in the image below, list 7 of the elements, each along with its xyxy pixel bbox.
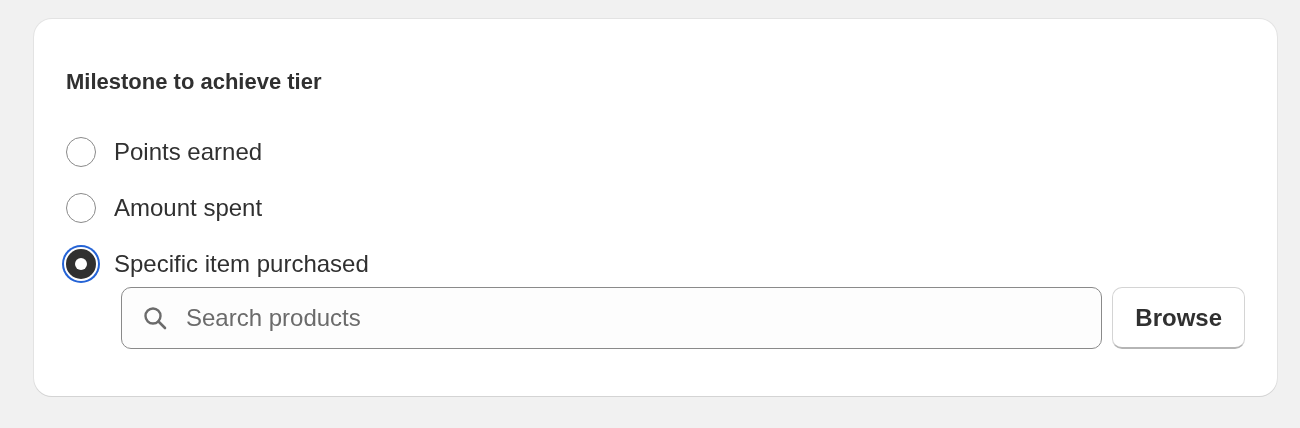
browse-button[interactable]: Browse xyxy=(1112,287,1245,349)
radio-option[interactable]: Specific item purchased xyxy=(66,247,1245,281)
radio-option[interactable]: Points earned xyxy=(66,135,1245,169)
search-field[interactable]: Search products xyxy=(121,287,1103,349)
section-title: Milestone to achieve tier xyxy=(66,69,323,95)
radio-button[interactable] xyxy=(66,249,96,279)
radio-option[interactable]: Amount spent xyxy=(66,191,1245,225)
